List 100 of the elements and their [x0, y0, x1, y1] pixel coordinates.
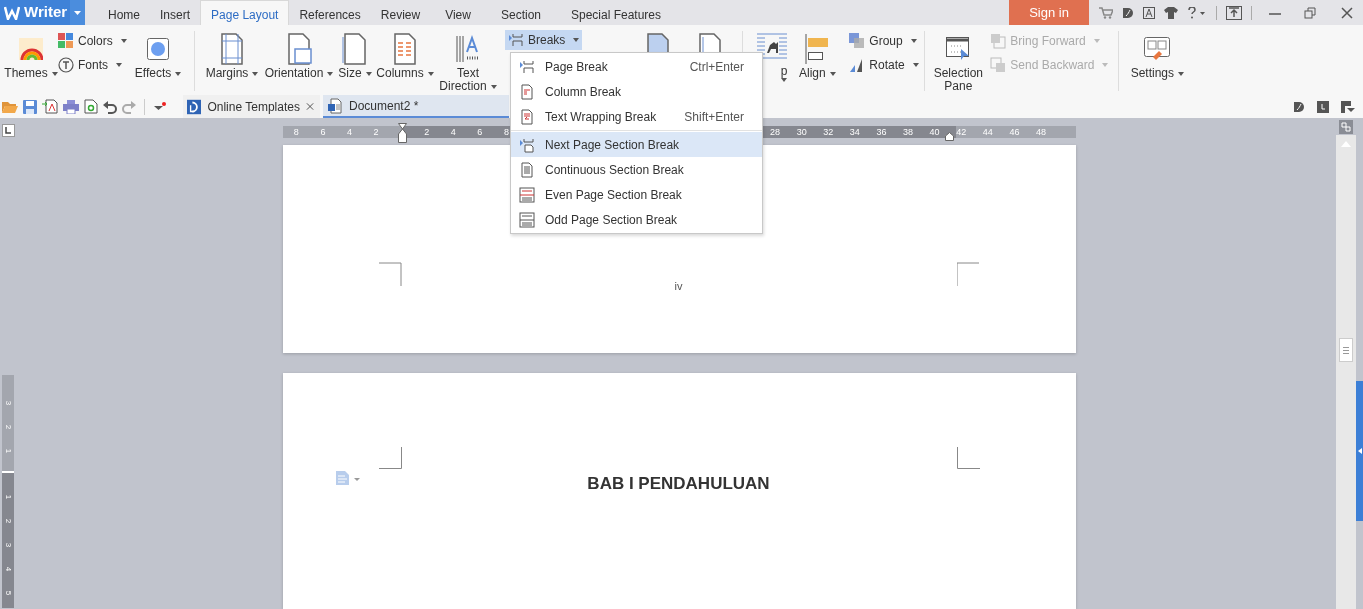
orientation-icon: [286, 33, 312, 65]
page-icon: [645, 33, 672, 52]
group-icon: [849, 33, 866, 49]
corner-mark: [957, 261, 980, 286]
caret-icon: [116, 63, 122, 67]
menu-tab[interactable]: Page Layout: [200, 0, 290, 25]
restore-icon[interactable]: [1304, 6, 1316, 19]
menu-tab[interactable]: Section: [485, 0, 556, 25]
menu-item[interactable]: Even Page Section Break: [511, 182, 762, 207]
ruler-number: 28: [770, 126, 781, 137]
ribbon-button[interactable]: Group: [849, 29, 922, 53]
ruler-number: 8: [503, 126, 509, 137]
ribbon-button[interactable]: Margins: [203, 27, 261, 93]
font-icon[interactable]: [1143, 6, 1155, 19]
folder-icon[interactable]: [2, 99, 18, 114]
pdf-icon[interactable]: [42, 99, 58, 114]
ribbon-label: p: [780, 65, 788, 78]
document-icon: [327, 97, 343, 114]
ribbon-button[interactable]: Settings: [1123, 27, 1192, 93]
app-menu-dropdown[interactable]: [70, 0, 85, 25]
corner-mark: [379, 261, 402, 286]
app-menu-button[interactable]: Writer: [0, 0, 70, 25]
menu-item[interactable]: Odd Page Section Break: [511, 207, 762, 232]
ruler-number: 6: [477, 126, 483, 137]
breaks-button[interactable]: Breaks: [505, 30, 583, 50]
document-icon: [519, 83, 535, 100]
help-icon[interactable]: [1187, 6, 1207, 19]
caret-icon: [781, 78, 788, 82]
menu-item[interactable]: Page Break Ctrl+Enter: [511, 54, 762, 79]
menu-item-label: Even Page Section Break: [545, 186, 682, 204]
menu-tab[interactable]: View: [430, 0, 486, 25]
menu-item[interactable]: Next Page Section Break: [511, 132, 762, 157]
ruler-number: 30: [796, 126, 807, 137]
ruler-number: 8: [293, 126, 299, 137]
odd-page-icon: [519, 211, 535, 228]
corner-mark: [957, 447, 980, 470]
shirt-icon[interactable]: [1164, 6, 1178, 19]
ruler-number: 44: [982, 126, 993, 137]
font-circle-icon: [58, 57, 74, 73]
undo-icon[interactable]: [103, 99, 117, 114]
ruler-number: 4: [346, 126, 352, 137]
cart-icon[interactable]: [1099, 6, 1113, 19]
print-icon[interactable]: [63, 99, 79, 114]
leaf-icon[interactable]: [1122, 6, 1134, 19]
indent-marker-icon[interactable]: [945, 131, 954, 141]
text-direction-icon: [455, 34, 481, 64]
ruler-number: 38: [903, 126, 913, 137]
caret-icon: [252, 71, 259, 76]
menu-tab[interactable]: Insert: [150, 0, 201, 25]
even-page-icon: [519, 186, 535, 203]
side-panel-toggle[interactable]: [1356, 381, 1363, 521]
ruler-number: 4: [450, 126, 456, 137]
ribbon-button[interactable]: Align: [797, 27, 838, 93]
dropdown-square-icon[interactable]: [1341, 100, 1355, 113]
document-tab[interactable]: Document2 *: [323, 95, 509, 118]
scrollbar-thumb[interactable]: [1339, 338, 1353, 362]
split-view-icon[interactable]: [1339, 120, 1353, 134]
ribbon-button[interactable]: Fonts: [58, 53, 130, 77]
menu-item-label: Column Break: [545, 83, 622, 101]
menu-item[interactable]: Text Wrapping Break Shift+Enter: [511, 104, 762, 129]
ribbon-button[interactable]: Selection Pane: [928, 27, 989, 93]
tab-stop-icon[interactable]: [1, 124, 15, 137]
ribbon-button[interactable]: Text Direction: [437, 27, 499, 93]
ruler-number: 36: [876, 126, 887, 137]
ribbon-button[interactable]: Themes: [4, 27, 58, 93]
menu-tab[interactable]: Special Features: [556, 0, 677, 25]
caret-icon: [51, 71, 58, 76]
ruler-number: 2: [3, 518, 14, 524]
ruler-number: 42: [956, 126, 967, 137]
caret-icon: [1102, 63, 1109, 67]
save-icon[interactable]: [23, 99, 37, 114]
menu-item-label: Text Wrapping Break: [545, 108, 657, 126]
leaf-icon[interactable]: [1293, 100, 1305, 113]
color-squares-icon: [58, 33, 74, 49]
ribbon-button[interactable]: Columns: [373, 27, 437, 93]
ribbon-button[interactable]: Size: [337, 27, 373, 93]
wrap-icon: [757, 31, 788, 61]
print-preview-icon[interactable]: [84, 99, 98, 114]
ribbon-button[interactable]: Rotate: [849, 53, 922, 77]
ruler-number: 2: [3, 424, 14, 430]
document-tab[interactable]: Online Templates: [183, 95, 320, 118]
menu-item[interactable]: Continuous Section Break: [511, 157, 762, 182]
ruler-number: 2: [424, 126, 430, 137]
caret-icon: [327, 71, 334, 76]
ruler-number: 2: [373, 126, 379, 137]
customize-caret-icon[interactable]: [153, 100, 167, 113]
menu-tab[interactable]: Home: [98, 0, 150, 25]
ribbon-button[interactable]: Orientation: [261, 27, 337, 93]
upload-icon[interactable]: [1226, 5, 1242, 20]
indent-marker-icon[interactable]: [398, 122, 407, 143]
ribbon-button[interactable]: Effects: [130, 27, 186, 93]
redo-icon[interactable]: [122, 99, 136, 114]
menu-item[interactable]: Column Break: [511, 79, 762, 104]
close-icon[interactable]: [305, 102, 314, 111]
menu-tab[interactable]: References: [289, 0, 371, 25]
ruler-number: 1: [3, 494, 14, 500]
close-icon[interactable]: [1341, 6, 1353, 19]
menu-tab[interactable]: Review: [370, 0, 431, 25]
clock-square-icon[interactable]: [1317, 100, 1329, 113]
ribbon-button[interactable]: Colors: [58, 29, 130, 53]
